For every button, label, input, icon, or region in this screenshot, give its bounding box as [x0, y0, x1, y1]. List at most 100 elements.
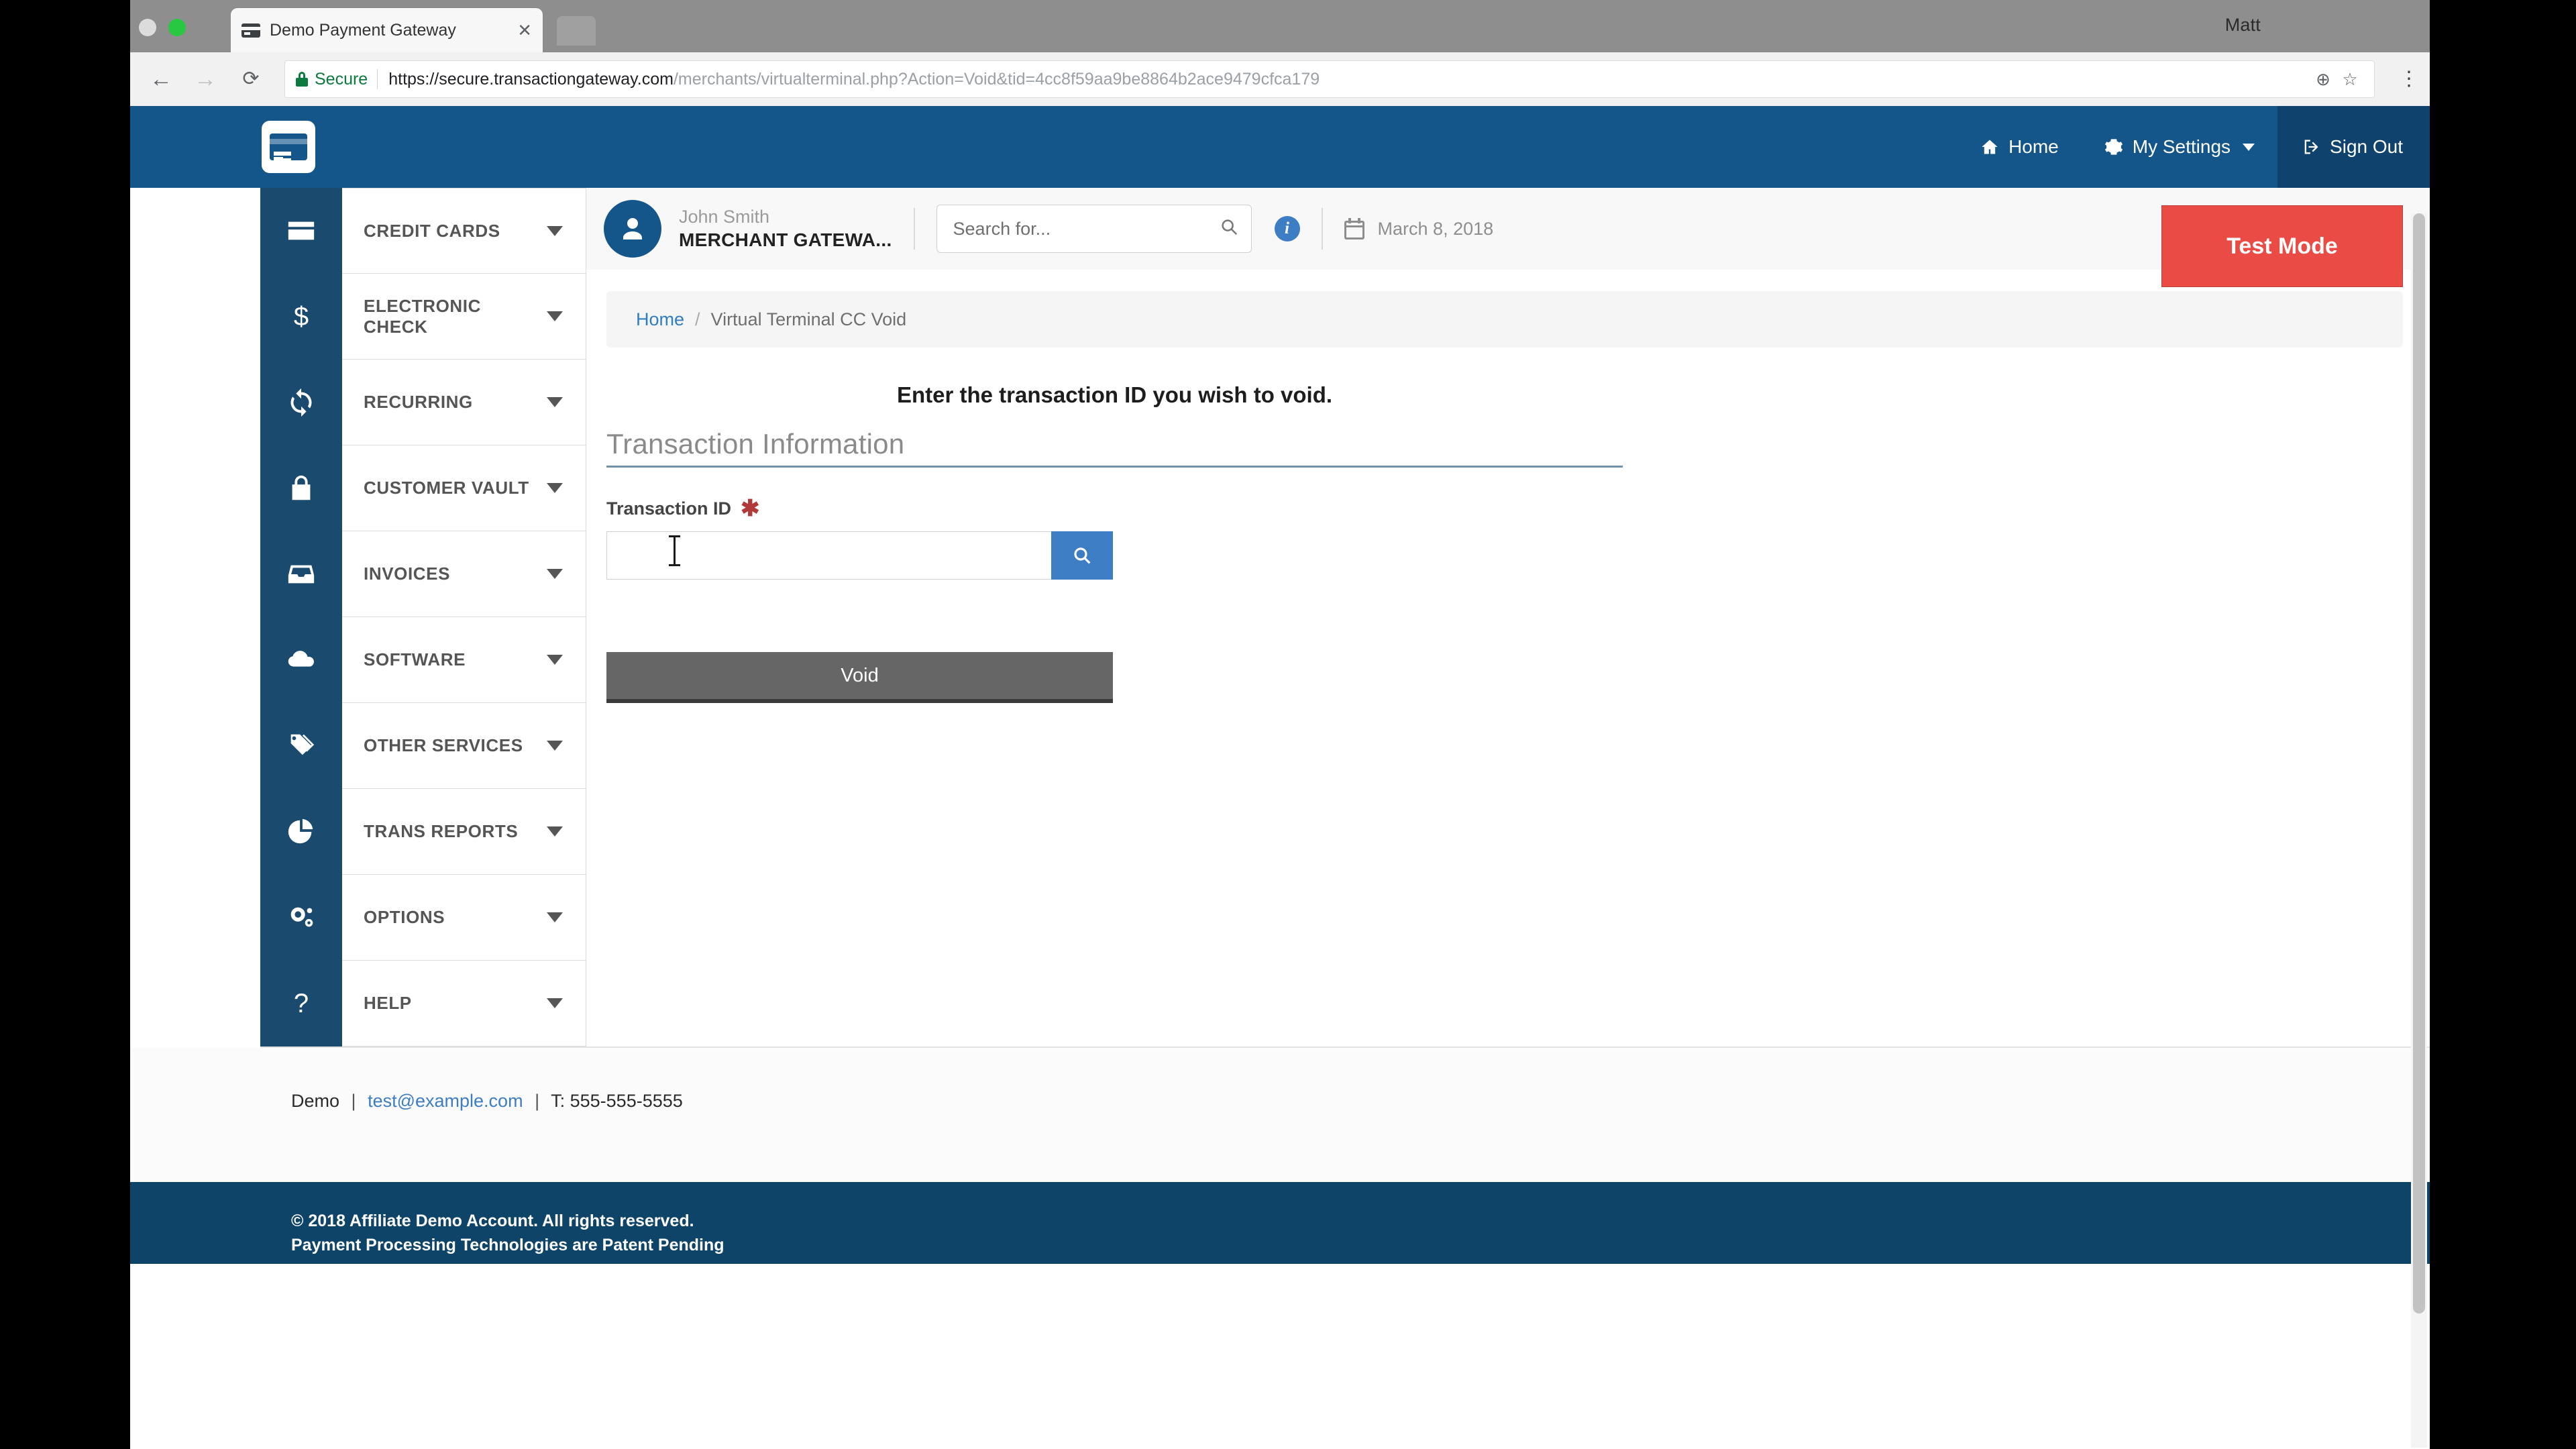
- void-form: Transaction ID ✱ Void: [606, 468, 1623, 703]
- web-page: Home My Settings Sign Out CREDIT CARDS $…: [130, 106, 2430, 1449]
- bookmark-star-icon[interactable]: ☆: [2337, 69, 2363, 90]
- info-icon[interactable]: i: [1274, 216, 1300, 241]
- transaction-id-label: Transaction ID ✱: [606, 495, 1623, 521]
- tags-icon: [260, 703, 342, 789]
- cloud-icon: [260, 617, 342, 703]
- chevron-down-icon: [547, 655, 563, 665]
- minimize-window-button[interactable]: [139, 19, 156, 36]
- header-nav-my-settings-label: My Settings: [2132, 136, 2231, 157]
- close-icon[interactable]: ✕: [517, 21, 532, 39]
- browser-profile-name[interactable]: Matt: [2225, 15, 2261, 36]
- footer-separator: |: [535, 1091, 540, 1111]
- test-mode-label: Test Mode: [2226, 233, 2338, 259]
- breadcrumb-home-link[interactable]: Home: [636, 309, 684, 330]
- sidebar-item-label: TRANS REPORTS: [364, 821, 519, 841]
- new-tab-button[interactable]: [557, 16, 596, 46]
- app-header: Home My Settings Sign Out: [130, 106, 2430, 188]
- current-date: March 8, 2018: [1344, 218, 1494, 239]
- header-nav: Home My Settings Sign Out: [1957, 106, 2430, 188]
- chevron-down-icon: [547, 483, 563, 493]
- forward-arrow-icon[interactable]: →: [186, 68, 224, 91]
- inbox-icon: [260, 531, 342, 617]
- scrollbar-thumb[interactable]: [2413, 213, 2425, 1313]
- void-submit-button[interactable]: Void: [606, 652, 1113, 703]
- sidebar-item-invoices-row[interactable]: INVOICES: [342, 531, 586, 617]
- current-date-label: March 8, 2018: [1377, 218, 1494, 239]
- divider: [377, 69, 378, 89]
- sidebar-item-credit-cards-row[interactable]: CREDIT CARDS: [342, 188, 586, 274]
- breadcrumb: Home / Virtual Terminal CC Void: [606, 291, 2403, 347]
- secure-label: Secure: [315, 69, 368, 89]
- sidebar-item-recurring[interactable]: RECURRING: [260, 360, 586, 445]
- sidebar-item-label: CREDIT CARDS: [364, 220, 500, 241]
- chevron-down-icon: [2243, 143, 2255, 151]
- sidebar-item-options[interactable]: OPTIONS: [260, 875, 586, 961]
- question-mark-icon: ?: [260, 961, 342, 1046]
- main-column: John Smith MERCHANT GATEWA... Search for…: [586, 188, 2430, 877]
- header-nav-home[interactable]: Home: [1957, 106, 2082, 188]
- chevron-down-icon: [547, 397, 563, 407]
- required-asterisk-icon: ✱: [741, 495, 760, 521]
- sidebar-item-options-row[interactable]: OPTIONS: [342, 875, 586, 961]
- sidebar-item-electronic-check-row[interactable]: ELECTRONIC CHECK: [342, 274, 586, 360]
- search-input[interactable]: [953, 218, 1219, 239]
- brand-logo-credit-card-icon[interactable]: [262, 121, 315, 173]
- browser-window: Demo Payment Gateway ✕ Matt ← → ⟳ Secure…: [130, 0, 2430, 1449]
- breadcrumb-current: Virtual Terminal CC Void: [710, 309, 907, 329]
- sidebar-item-credit-cards[interactable]: CREDIT CARDS: [260, 188, 586, 274]
- search-icon[interactable]: [1219, 217, 1239, 241]
- maximize-window-button[interactable]: [168, 19, 186, 36]
- header-nav-sign-out[interactable]: Sign Out: [2277, 106, 2430, 188]
- sidebar-item-customer-vault[interactable]: CUSTOMER VAULT: [260, 445, 586, 531]
- body-split: CREDIT CARDS $ ELECTRONIC CHECK RECURRIN…: [130, 188, 2430, 1046]
- tab-title: Demo Payment Gateway: [270, 20, 456, 40]
- transaction-id-search-button[interactable]: [1051, 531, 1113, 580]
- window-controls: [131, 0, 231, 52]
- gears-icon: [260, 875, 342, 961]
- user-strip: John Smith MERCHANT GATEWA... Search for…: [586, 188, 2430, 287]
- sidebar-item-label: OPTIONS: [364, 907, 445, 927]
- footer-legal: © 2018 Affiliate Demo Account. All right…: [130, 1182, 2430, 1264]
- test-mode-badge[interactable]: Test Mode: [2161, 205, 2403, 287]
- browser-tab[interactable]: Demo Payment Gateway ✕: [231, 8, 543, 52]
- divider: [1321, 208, 1323, 250]
- header-nav-my-settings[interactable]: My Settings: [2082, 106, 2277, 188]
- avatar[interactable]: [604, 200, 661, 258]
- sidebar-item-customer-vault-row[interactable]: CUSTOMER VAULT: [342, 445, 586, 531]
- tab-favicon-credit-card-icon: [241, 23, 260, 38]
- header-nav-sign-out-label: Sign Out: [2330, 136, 2403, 157]
- credit-card-icon: [260, 188, 342, 274]
- sidebar-item-help[interactable]: ? HELP: [260, 961, 586, 1046]
- gear-icon: [2104, 139, 2123, 155]
- home-icon: [1982, 140, 1998, 154]
- footer-contact: Demo | test@example.com | T: 555-555-555…: [130, 1048, 2430, 1182]
- page-scrollbar[interactable]: [2411, 213, 2427, 1448]
- chevron-down-icon: [547, 826, 563, 837]
- user-names: John Smith MERCHANT GATEWA...: [679, 206, 892, 252]
- sidebar-item-other-services-row[interactable]: OTHER SERVICES: [342, 703, 586, 789]
- reload-icon[interactable]: ⟳: [232, 69, 270, 89]
- sidebar-item-recurring-row[interactable]: RECURRING: [342, 360, 586, 445]
- chrome-menu-icon[interactable]: ⋮: [2392, 69, 2426, 89]
- sidebar-item-help-row[interactable]: HELP: [342, 961, 586, 1046]
- search-box[interactable]: [936, 205, 1252, 253]
- sidebar-item-software[interactable]: SOFTWARE: [260, 617, 586, 703]
- sidebar-item-trans-reports[interactable]: TRANS REPORTS: [260, 789, 586, 875]
- sidebar-item-other-services[interactable]: OTHER SERVICES: [260, 703, 586, 789]
- sidebar-item-label: SOFTWARE: [364, 649, 466, 669]
- footer-email-link[interactable]: test@example.com: [368, 1091, 523, 1111]
- sidebar-item-electronic-check[interactable]: $ ELECTRONIC CHECK: [260, 274, 586, 360]
- chevron-down-icon: [547, 998, 563, 1008]
- footer-phone: T: 555-555-5555: [551, 1091, 683, 1111]
- back-arrow-icon[interactable]: ←: [142, 68, 180, 91]
- chevron-down-icon: [547, 225, 563, 236]
- pie-chart-icon: [260, 789, 342, 875]
- zoom-icon[interactable]: ⊕: [2310, 69, 2337, 90]
- merchant-name: MERCHANT GATEWA...: [679, 229, 892, 251]
- sidebar-item-trans-reports-row[interactable]: TRANS REPORTS: [342, 789, 586, 875]
- sidebar-item-software-row[interactable]: SOFTWARE: [342, 617, 586, 703]
- address-bar[interactable]: Secure https://secure.transactiongateway…: [284, 60, 2375, 98]
- sidebar-item-invoices[interactable]: INVOICES: [260, 531, 586, 617]
- text-cursor-icon: [669, 535, 680, 566]
